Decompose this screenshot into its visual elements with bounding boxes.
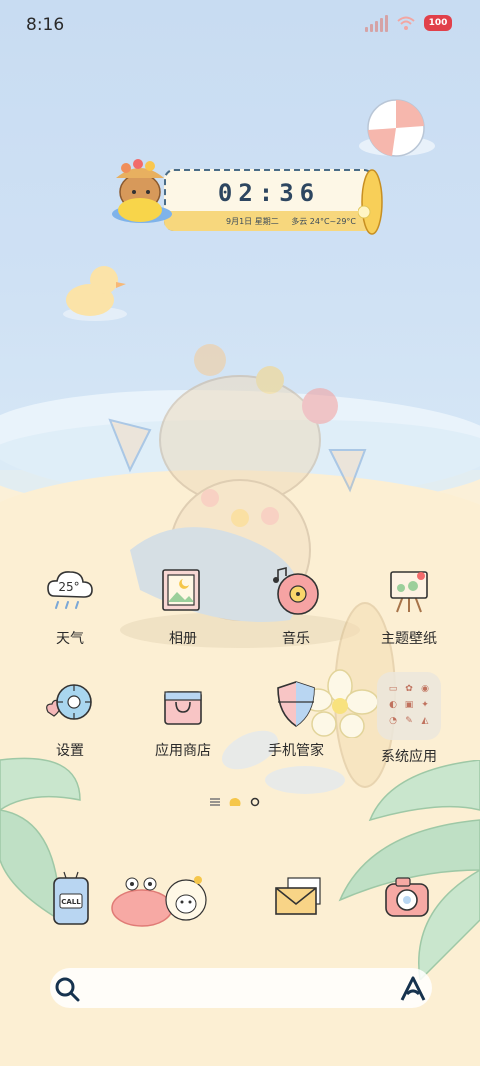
weather-cloud-icon: 25° [47, 571, 93, 609]
app-gallery[interactable]: 相册 [138, 566, 228, 648]
clock-weather: 多云 24°C~29°C [291, 216, 356, 226]
clock-widget[interactable]: 02:36 9月1日 星期二 多云 24°C~29°C [104, 159, 383, 235]
app-label: 主题壁纸 [381, 631, 437, 647]
envelope-icon [275, 877, 321, 915]
app-system-folder[interactable]: ▭ ✿ ◉ ◐ ▣ ✦ ◔ ✎ ◭ 系统应用 [364, 672, 454, 766]
app-label: 手机管家 [268, 743, 324, 759]
duck-icon [63, 266, 127, 321]
app-store[interactable]: 应用商店 [138, 678, 228, 760]
dock-mail[interactable] [268, 870, 328, 930]
camera-icon [385, 877, 429, 917]
dock: CALL [0, 864, 480, 936]
search-bar[interactable] [50, 968, 432, 1008]
capybara-mini-icon [112, 159, 172, 223]
weather-icon-temp: 25° [58, 580, 79, 594]
page-current-icon [229, 798, 241, 806]
battery-icon: 100 [424, 15, 452, 31]
shield-icon [277, 681, 315, 727]
shopping-bag-icon [164, 691, 202, 725]
dock-phone[interactable]: CALL [42, 870, 102, 930]
search-icon[interactable] [54, 976, 80, 1002]
clock-card: 02:36 9月1日 星期二 多云 24°C~29°C [164, 169, 374, 231]
page-list-icon [210, 798, 220, 806]
assistant-icon[interactable] [398, 974, 428, 1002]
app-weather[interactable]: 25° 天气 [25, 566, 115, 648]
app-settings[interactable]: 设置 [25, 678, 115, 760]
folder-icon: ▭ ✿ ◉ ◐ ▣ ✦ ◔ ✎ ◭ [377, 672, 441, 740]
call-phone-icon: CALL [53, 871, 89, 925]
app-label: 相册 [169, 631, 197, 647]
clock-info-strip: 9月1日 星期二 多云 24°C~29°C [164, 211, 374, 231]
photo-frame-icon [162, 569, 200, 611]
app-label: 系统应用 [381, 749, 437, 765]
dock-messages[interactable] [96, 864, 207, 927]
beach-ball-icon [359, 99, 435, 157]
crab-icon [111, 876, 207, 927]
status-time: 8:16 [26, 15, 65, 35]
theme-easel-icon [390, 571, 428, 613]
app-label: 音乐 [282, 631, 310, 647]
surfboard-mini-icon [358, 169, 383, 235]
gear-icon [46, 684, 92, 720]
call-text: CALL [61, 898, 81, 906]
app-label: 设置 [56, 743, 84, 759]
status-bar: 8:16 100 [0, 0, 480, 48]
app-music[interactable]: 音乐 [251, 566, 341, 648]
clock-date: 9月1日 星期二 [226, 216, 279, 226]
app-label: 应用商店 [155, 743, 211, 759]
app-phone-manager[interactable]: 手机管家 [251, 678, 341, 760]
page-indicator[interactable] [210, 796, 260, 808]
signal-icon [365, 14, 388, 32]
page-dot-icon [250, 797, 260, 807]
dock-camera[interactable] [378, 870, 438, 930]
status-icons: 100 [365, 14, 452, 32]
clock-time: 02:36 [217, 179, 321, 207]
music-record-icon [273, 566, 319, 615]
app-themes[interactable]: 主题壁纸 [364, 566, 454, 648]
wifi-icon [397, 16, 415, 30]
app-label: 天气 [56, 631, 84, 647]
